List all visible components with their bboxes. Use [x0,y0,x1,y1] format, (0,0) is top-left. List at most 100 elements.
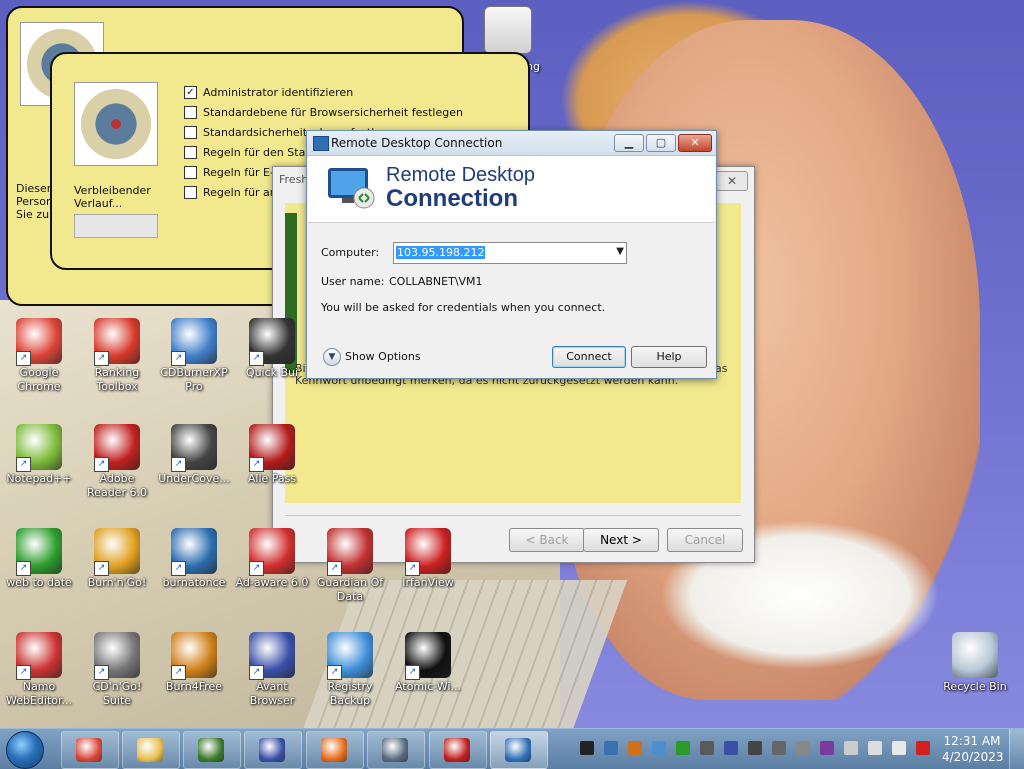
shortcut-arrow-icon: ↗ [327,665,342,680]
drive-icon[interactable] [700,741,714,755]
show-options-link[interactable]: Show Options [345,350,421,363]
desktop-icon-label: Notepad++ [6,472,72,485]
rdp-heading-line2: Connection [386,185,518,212]
monitor-icon [444,738,470,762]
taskbar-button-chrome[interactable] [61,731,119,769]
show-desktop-button[interactable] [1009,729,1024,769]
namo-icon: ↗ [16,632,62,680]
desktop-icon-label: burnatonce [162,576,226,589]
network-icon[interactable] [604,741,618,755]
check-item-browser[interactable]: Standardebene für Browsersicherheit fest… [184,102,463,122]
help-button[interactable]: Help [631,346,707,368]
taskbar-button-firefox[interactable] [306,731,364,769]
desktop-icon-label: CDBurnerXP Pro [160,366,228,393]
display-icon[interactable] [748,741,762,755]
computer-label: Computer: [321,246,380,259]
credentials-info-text: You will be asked for credentials when y… [321,301,606,314]
taskbar-button-monitor[interactable] [429,731,487,769]
desktop-icon-burnatonce[interactable]: ↗ burnatonce [156,528,232,590]
desktop-icon-chrome[interactable]: ↗ Google Chrome [1,318,77,394]
rdp-titlebar[interactable]: Remote Desktop Connection ▁ ▢ ✕ [307,131,716,156]
keyboard-icon[interactable] [772,741,786,755]
desktop-icon-label: Burn4Free [165,680,223,693]
desktop-icon-label: web to date [6,576,72,589]
start-button[interactable] [6,731,44,769]
rdp-heading-line1: Remote Desktop [386,164,535,186]
desktop-icon-label: Ranking Toolbox [94,366,140,393]
shortcut-arrow-icon: ↗ [171,457,186,472]
desktop-icon-webtodate[interactable]: ↗ web to date [1,528,77,590]
desktop-icon-label: Alle Pass [247,472,297,485]
desktop-icon-cdburnerxp[interactable]: ↗ CDBurnerXP Pro [156,318,232,394]
checkbox[interactable] [184,125,197,139]
shortcut-arrow-icon: ↗ [94,561,109,576]
monitor-tray-icon[interactable] [868,741,882,755]
taskbar-button-avant[interactable] [244,731,302,769]
desktop-icon-mail[interactable] [470,6,546,54]
adaware-icon: ↗ [249,528,295,576]
desktop-icon-label: Namo WebEditor... [5,680,73,707]
search-icon[interactable] [628,741,642,755]
desktop-icon-ranking-toolbox[interactable]: ↗ Ranking Toolbox [79,318,155,394]
close-button[interactable]: ✕ [678,134,712,152]
maximize-button[interactable]: ▢ [646,134,676,152]
wizard-back-button[interactable]: < Back [509,528,585,552]
remote-desktop-logo-icon [328,168,375,209]
taskbar-button-setup[interactable] [367,731,425,769]
checkbox[interactable] [184,105,197,119]
registry-backup-icon: ↗ [327,632,373,680]
desktop-icon-recycle-bin[interactable]: Recycle Bin [937,632,1013,694]
taskbar-button-explorer[interactable] [122,731,180,769]
desktop-icon-qr[interactable]: ↗ Quick Bui [234,318,310,380]
check-item-admin[interactable]: ✓ Administrator identifizieren [184,82,463,102]
flag-icon[interactable] [844,741,858,755]
desktop-icon-adaware[interactable]: ↗ Ad-aware 6.0 [234,528,310,590]
username-label: User name: [321,275,385,288]
update-icon[interactable] [652,741,666,755]
taskbar-button-checklist[interactable] [183,731,241,769]
checkbox[interactable] [184,145,197,159]
checkbox[interactable] [184,185,197,199]
desktop-icon-adobe-reader[interactable]: ↗ Adobe Reader 6.0 [79,424,155,500]
security-icon[interactable] [580,741,594,755]
desktop-icon-avant[interactable]: ↗ Avant Browser [234,632,310,708]
desktop-icon-password[interactable]: ↗ Alle Pass [234,424,310,486]
desktop-icon-burn4free[interactable]: ↗ Burn4Free [156,632,232,694]
printer-icon[interactable] [796,741,810,755]
computer-value[interactable]: 103.95.198.212 [396,246,486,259]
wizard-next-button[interactable]: Next > [583,528,659,552]
desktop-icon-notepadpp[interactable]: ↗ Notepad++ [1,424,77,486]
desktop-icon-guardian[interactable]: ↗ Guardian Of Data [312,528,388,604]
wizard-cancel-button[interactable]: Cancel [667,528,743,552]
wizard-close-button[interactable]: ✕ [716,171,748,191]
avant-tray-icon[interactable] [724,741,738,755]
checkbox-checked[interactable]: ✓ [184,85,197,99]
desktop-icon-cdngo[interactable]: ↗ CD'n'Go! Suite [79,632,155,708]
desktop-icon-atomic[interactable]: ↗ Atomic-Wi... [390,632,466,694]
desktop-icon-registry-backup[interactable]: ↗ Registry Backup [312,632,388,708]
power-icon[interactable] [916,741,930,755]
desktop-icon-label: CD'n'Go! Suite [92,680,142,707]
mail-icon [484,6,532,54]
umbrella-icon[interactable] [820,741,834,755]
shortcut-arrow-icon: ↗ [94,665,109,680]
remote-desktop-window: Remote Desktop Connection ▁ ▢ ✕ Remote D… [306,130,717,379]
recycle-bin-icon [952,632,998,678]
chevron-down-icon[interactable]: ▼ [616,246,624,257]
speaker-icon[interactable] [892,741,906,755]
connect-button[interactable]: Connect [552,346,626,368]
green-status-icon[interactable] [676,741,690,755]
minimize-button[interactable]: ▁ [614,134,644,152]
guardian-icon: ↗ [327,528,373,576]
remaining-history-field[interactable] [74,214,158,238]
checkbox[interactable] [184,165,197,179]
taskbar-clock[interactable]: 12:31 AM 4/20/2023 [942,733,1004,765]
desktop-icon-burnngo[interactable]: ↗ Burn'n'Go! [79,528,155,590]
desktop-icon-irfanview[interactable]: ↗ IrfanView [390,528,466,590]
irfanview-icon: ↗ [405,528,451,576]
desktop-icon-namo[interactable]: ↗ Namo WebEditor... [1,632,77,708]
desktop-icon-undercover[interactable]: ↗ UnderCove... [156,424,232,486]
taskbar-button-rdp[interactable] [490,731,548,769]
expand-options-icon[interactable]: ▼ [323,348,341,366]
computer-combobox[interactable]: 103.95.198.212 ▼ [393,242,627,264]
